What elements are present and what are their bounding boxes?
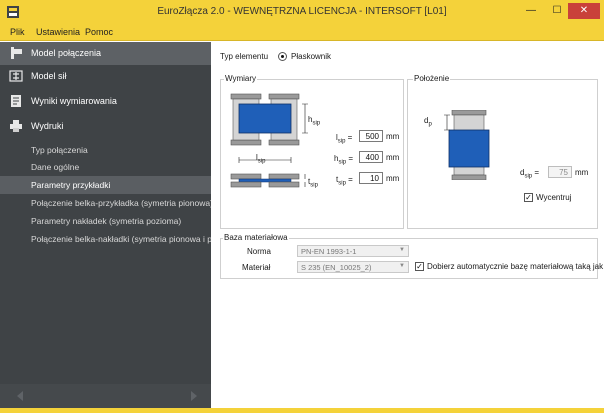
material-label: Materiał — [242, 263, 271, 272]
results-icon — [11, 95, 21, 107]
back-arrow-icon[interactable] — [14, 390, 26, 402]
sidebar-item-results[interactable]: Wyniki wymiarowania — [0, 90, 211, 113]
sidebar-subitem-label: Połączenie belka-przykładka (symetria pi… — [31, 198, 213, 208]
sidebar-subitem-label: Połączenie belka-nakładki (symetria pion… — [31, 234, 211, 244]
printer-icon — [10, 120, 22, 132]
element-type-label: Typ elementu — [220, 52, 269, 61]
center-label: Wycentruj — [536, 193, 572, 202]
sidebar-subitem-label: Typ połączenia — [31, 145, 88, 155]
auto-material-checkbox[interactable]: ✓ — [415, 262, 424, 271]
position-diagram — [444, 110, 490, 180]
norm-value: PN-EN 1993-1-1 — [301, 247, 357, 256]
sidebar-footer — [0, 384, 211, 408]
sidebar: Model połączenia Model sił Wyniki wymiar… — [0, 42, 213, 408]
sidebar-subitem-beam-covers[interactable]: Połączenie belka-nakładki (symetria pion… — [0, 230, 211, 248]
material-value: S 235 (EN_10025_2) — [301, 263, 372, 272]
chevron-down-icon: ▼ — [399, 247, 405, 253]
main-content: Typ elementu Płaskownik Wymiary hsip lsi… — [211, 42, 604, 408]
sidebar-item-label: Wydruki — [31, 121, 64, 131]
forces-model-icon — [9, 70, 23, 82]
sidebar-subitem-label: Dane ogólne — [31, 162, 80, 172]
auto-material-label: Dobierz automatycznie bazę materiałową t… — [427, 262, 604, 271]
maximize-button[interactable]: ☐ — [545, 3, 569, 19]
material-select[interactable]: S 235 (EN_10025_2) ▼ — [297, 261, 409, 273]
position-title: Położenie — [413, 74, 451, 83]
flat-bar-radio[interactable] — [278, 52, 287, 61]
material-title: Baza materiałowa — [223, 233, 289, 242]
sidebar-subitem-joint-type[interactable]: Typ połączenia — [0, 141, 211, 159]
menu-file[interactable]: Plik — [10, 27, 25, 37]
menu-help[interactable]: Pomoc — [85, 27, 113, 37]
height-unit: mm — [386, 153, 400, 162]
diagram-l-label: lsip — [256, 153, 266, 165]
window-title: EuroZłącza 2.0 - WEWNĘTRZNA LICENCJA - I… — [157, 6, 447, 17]
sidebar-item-label: Model sił — [31, 71, 67, 81]
d-sip-input[interactable]: 75 — [548, 166, 572, 178]
sidebar-subitem-label: Parametry przykładki — [31, 180, 111, 190]
sidebar-subitem-splice-params[interactable]: Parametry przykładki — [0, 176, 211, 194]
diagram-h-label: hsip — [308, 115, 321, 127]
flat-bar-option-label: Płaskownik — [291, 52, 332, 61]
close-button[interactable]: ✕ — [568, 3, 600, 19]
dimensions-title: Wymiary — [224, 74, 258, 83]
chevron-down-icon: ▼ — [399, 263, 405, 269]
thickness-unit: mm — [386, 174, 400, 183]
diagram-t-label: tsip — [308, 177, 318, 189]
sidebar-item-label: Wyniki wymiarowania — [31, 96, 117, 106]
sidebar-subitem-label: Parametry nakładek (symetria pozioma) — [31, 216, 182, 226]
norm-select[interactable]: PN-EN 1993-1-1 ▼ — [297, 245, 409, 257]
height-input[interactable]: 400 — [359, 151, 383, 163]
sidebar-subitem-general-data[interactable]: Dane ogólne — [0, 158, 211, 176]
menu-bar: Plik Ustawienia Pomoc — [0, 24, 604, 41]
sidebar-item-forces-model[interactable]: Model sił — [0, 65, 211, 88]
center-checkbox[interactable]: ✓ — [524, 193, 533, 202]
status-bar — [0, 408, 604, 413]
norm-label: Norma — [247, 247, 272, 256]
length-unit: mm — [386, 132, 400, 141]
title-bar: EuroZłącza 2.0 - WEWNĘTRZNA LICENCJA - I… — [0, 0, 604, 24]
d-sip-unit: mm — [575, 168, 589, 177]
thickness-input[interactable]: 10 — [359, 172, 383, 184]
d-sip-label: dsip = — [520, 168, 540, 180]
sidebar-subitem-beam-splice[interactable]: Połączenie belka-przykładka (symetria pi… — [0, 194, 213, 212]
menu-settings[interactable]: Ustawienia — [36, 27, 80, 37]
dp-label: dp — [424, 116, 432, 128]
length-input[interactable]: 500 — [359, 130, 383, 142]
joint-model-icon — [11, 47, 22, 59]
position-group — [407, 79, 598, 229]
height-field-label: hsip = — [334, 154, 354, 166]
sidebar-item-printouts[interactable]: Wydruki — [0, 115, 211, 138]
material-group — [220, 238, 598, 279]
sidebar-item-joint-model[interactable]: Model połączenia — [0, 42, 211, 65]
sidebar-item-label: Model połączenia — [31, 48, 102, 58]
length-field-label: lsip = — [336, 133, 353, 145]
minimize-button[interactable]: — — [519, 3, 543, 19]
sidebar-subitem-cover-params[interactable]: Parametry nakładek (symetria pozioma) — [0, 212, 211, 230]
thickness-field-label: tsip = — [336, 175, 353, 187]
forward-arrow-icon[interactable] — [188, 390, 200, 402]
